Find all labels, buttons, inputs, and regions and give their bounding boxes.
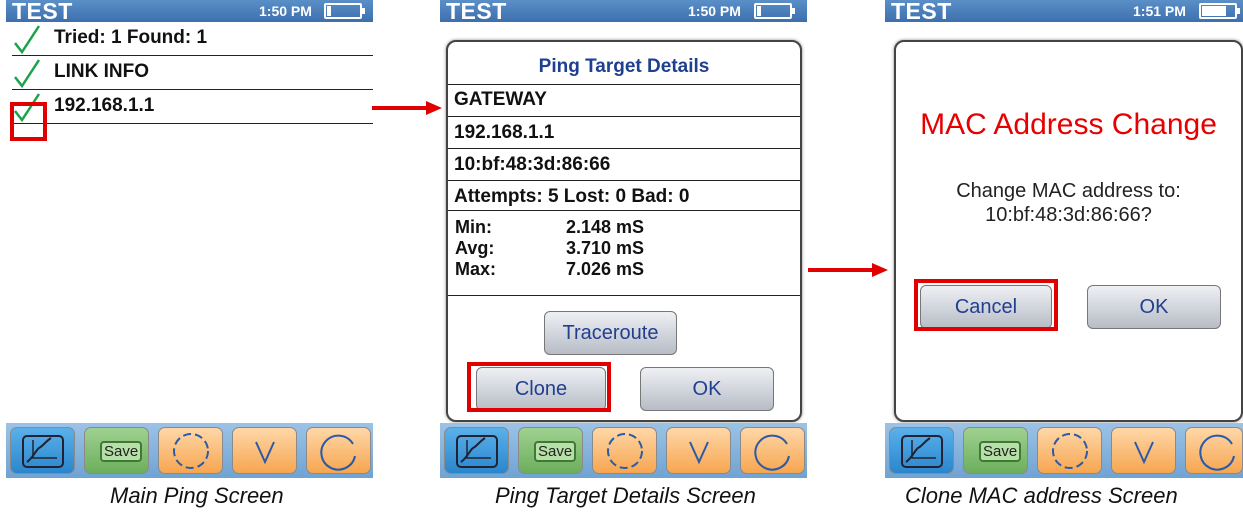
toolbar: Save bbox=[6, 423, 373, 478]
avg-value: 3.710 mS bbox=[566, 238, 645, 258]
checkmark-icon bbox=[14, 25, 41, 55]
battery-icon bbox=[754, 3, 795, 19]
save-icon: Save bbox=[979, 441, 1022, 462]
down-button[interactable] bbox=[232, 427, 297, 474]
checkmark-icon bbox=[14, 59, 41, 89]
settings-button[interactable] bbox=[1037, 427, 1102, 474]
clock: 1:51 PM bbox=[1133, 3, 1186, 19]
clone-mac-address-screen: TEST 1:51 PM MAC Address Change Change M… bbox=[885, 0, 1243, 478]
status-bar: TEST 1:50 PM bbox=[6, 0, 373, 24]
refresh-button[interactable] bbox=[306, 427, 371, 474]
traceroute-button[interactable]: Traceroute bbox=[544, 311, 677, 355]
highlight-box bbox=[914, 279, 1058, 331]
graph-button[interactable] bbox=[10, 427, 75, 474]
list-item[interactable]: 192.168.1.1 bbox=[12, 90, 373, 124]
down-button[interactable] bbox=[1111, 427, 1176, 474]
gear-icon bbox=[607, 433, 643, 469]
battery-icon bbox=[324, 3, 365, 19]
ok-button[interactable]: OK bbox=[640, 367, 774, 411]
refresh-icon bbox=[754, 434, 790, 471]
refresh-button[interactable] bbox=[1185, 427, 1243, 474]
max-value: 7.026 mS bbox=[566, 259, 645, 279]
gear-icon bbox=[1052, 433, 1088, 469]
chevron-down-icon bbox=[1134, 441, 1154, 465]
main-ping-screen: TEST 1:50 PM Tried: 1 Found: 1 LINK INFO… bbox=[6, 0, 373, 478]
caption-ping-target-details-screen: Ping Target Details Screen bbox=[495, 483, 756, 508]
settings-button[interactable] bbox=[158, 427, 223, 474]
avg-label: Avg: bbox=[455, 238, 495, 258]
list-item[interactable]: Tried: 1 Found: 1 bbox=[12, 22, 373, 56]
arrow-right-icon bbox=[808, 263, 888, 277]
caption-clone-mac-address-screen: Clone MAC address Screen bbox=[905, 483, 1178, 508]
dialog-title: Ping Target Details bbox=[538, 56, 710, 77]
chevron-down-icon bbox=[689, 441, 709, 465]
attempts-summary: Attempts: 5 Lost: 0 Bad: 0 bbox=[448, 180, 800, 212]
app-title: TEST bbox=[446, 0, 507, 24]
clock: 1:50 PM bbox=[259, 3, 312, 19]
ok-button[interactable]: OK bbox=[1087, 285, 1221, 329]
min-value: 2.148 mS bbox=[566, 217, 645, 237]
gear-icon bbox=[173, 433, 209, 469]
target-name: GATEWAY bbox=[448, 84, 800, 116]
graph-icon bbox=[22, 435, 64, 468]
message-line-1: Change MAC address to: bbox=[956, 180, 1181, 202]
highlight-box bbox=[467, 362, 611, 412]
down-button[interactable] bbox=[666, 427, 731, 474]
highlight-box bbox=[10, 102, 47, 141]
link-info-label: LINK INFO bbox=[54, 61, 149, 82]
save-button[interactable]: Save bbox=[84, 427, 149, 474]
save-button[interactable]: Save bbox=[518, 427, 583, 474]
refresh-button[interactable] bbox=[740, 427, 805, 474]
chevron-down-icon bbox=[255, 441, 275, 465]
save-icon: Save bbox=[100, 441, 143, 462]
max-label: Max: bbox=[455, 259, 497, 279]
save-icon: Save bbox=[534, 441, 577, 462]
battery-icon bbox=[1199, 3, 1240, 19]
status-bar: TEST 1:51 PM bbox=[885, 0, 1243, 24]
list-item[interactable]: LINK INFO bbox=[12, 56, 373, 90]
ping-target-details-dialog: Ping Target Details GATEWAY 192.168.1.1 … bbox=[446, 40, 802, 422]
target-ip: 192.168.1.1 bbox=[448, 116, 800, 148]
graph-button[interactable] bbox=[444, 427, 509, 474]
mac-address-change-dialog: MAC Address Change Change MAC address to… bbox=[894, 40, 1243, 422]
refresh-icon bbox=[320, 434, 356, 471]
save-button[interactable]: Save bbox=[963, 427, 1028, 474]
status-bar: TEST 1:50 PM bbox=[440, 0, 807, 24]
toolbar: Save bbox=[440, 423, 807, 478]
target-ip-label: 192.168.1.1 bbox=[54, 95, 155, 116]
settings-button[interactable] bbox=[592, 427, 657, 474]
graph-button[interactable] bbox=[889, 427, 954, 474]
arrow-right-icon bbox=[372, 101, 442, 115]
graph-icon bbox=[901, 435, 943, 468]
caption-main-ping-screen: Main Ping Screen bbox=[110, 483, 284, 508]
message-line-2: 10:bf:48:3d:86:66? bbox=[985, 204, 1152, 226]
clock: 1:50 PM bbox=[688, 3, 741, 19]
tried-found-label: Tried: 1 Found: 1 bbox=[54, 27, 208, 48]
app-title: TEST bbox=[891, 0, 952, 24]
ping-target-details-screen: TEST 1:50 PM Ping Target Details GATEWAY… bbox=[440, 0, 807, 478]
refresh-icon bbox=[1199, 434, 1235, 471]
toolbar: Save bbox=[885, 423, 1243, 478]
graph-icon bbox=[456, 435, 498, 468]
min-label: Min: bbox=[455, 217, 492, 237]
target-mac: 10:bf:48:3d:86:66 bbox=[448, 148, 800, 180]
dialog-title: MAC Address Change bbox=[920, 108, 1217, 141]
